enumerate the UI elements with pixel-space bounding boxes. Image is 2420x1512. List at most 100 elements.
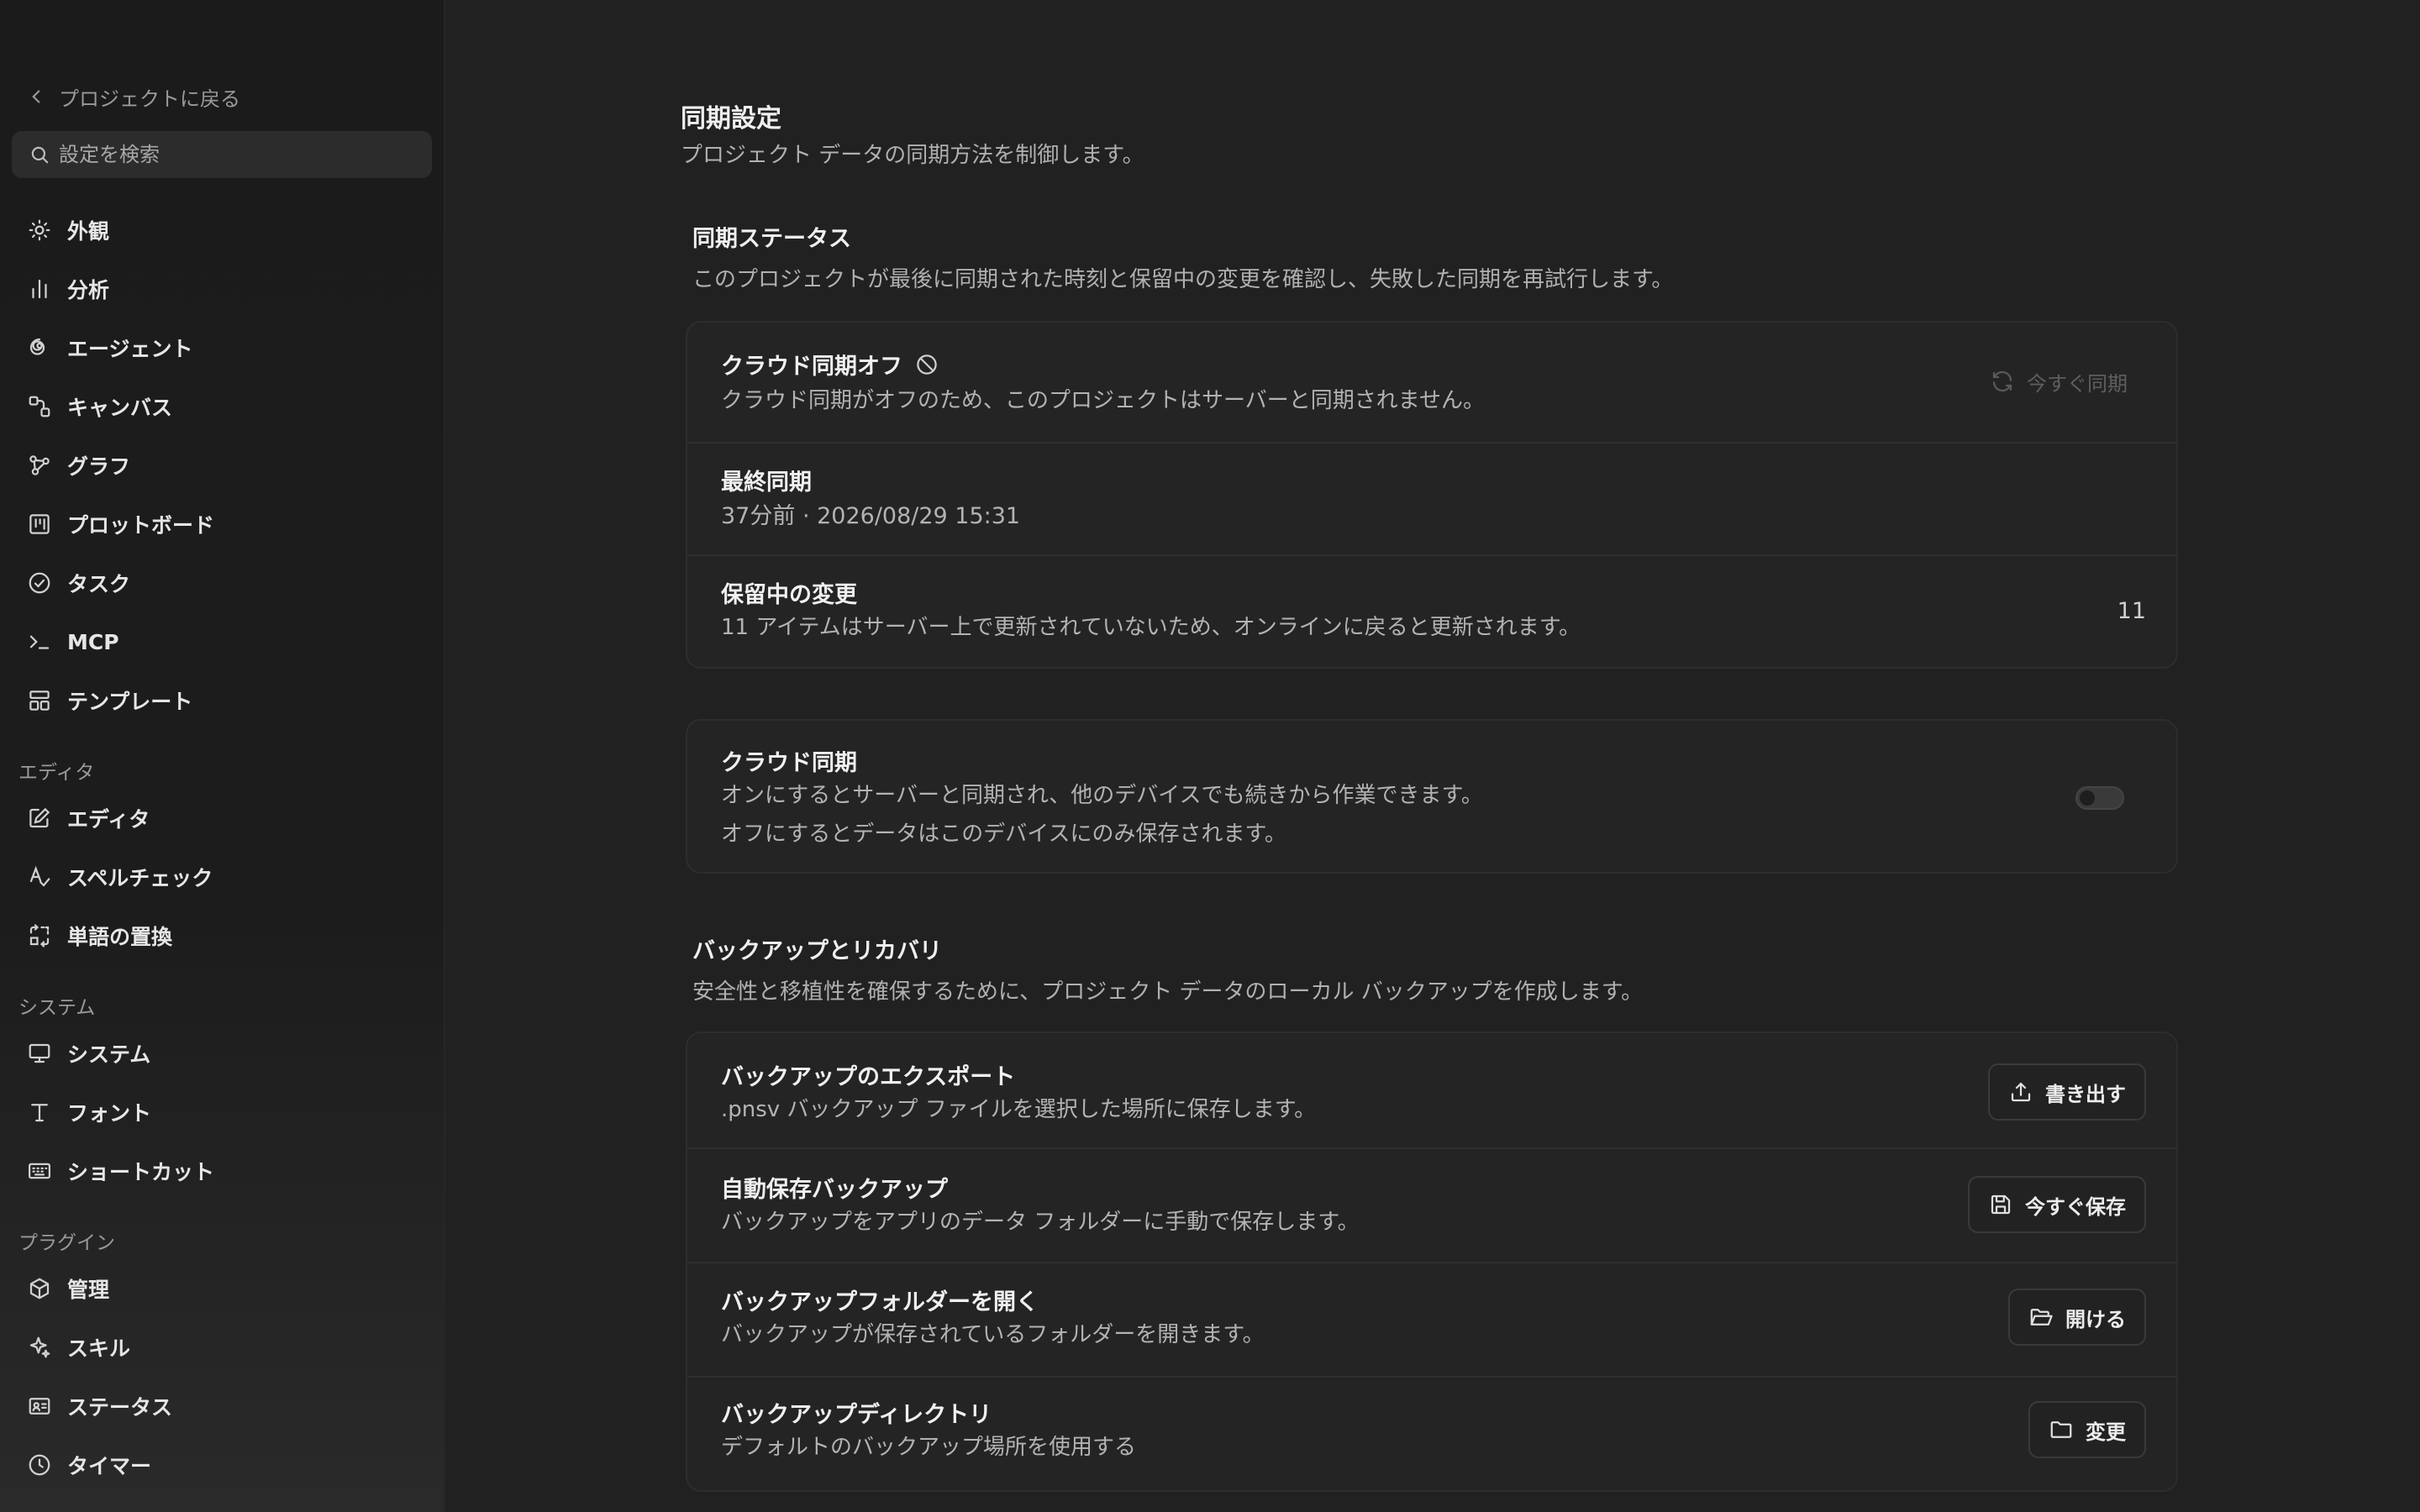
- edit-icon: [29, 807, 50, 828]
- search-input[interactable]: [59, 143, 412, 166]
- sidebar-item-label: タイマー: [67, 1454, 152, 1478]
- sync-now-button[interactable]: 今すぐ同期: [1971, 353, 2146, 410]
- sidebar-item-label: ステータス: [67, 1395, 173, 1420]
- sidebar-item-timer[interactable]: タイマー: [12, 1441, 432, 1488]
- folder-open-icon: [2030, 1309, 2053, 1326]
- autosave-backup-title: 自動保存バックアップ: [721, 1177, 948, 1203]
- cloud-sync-off-row: クラウド同期オフ クラウド同期がオフのため、このプロジェクトはサーバーと同期され…: [687, 323, 2176, 442]
- canvas-icon: [29, 396, 50, 417]
- sidebar-item-system[interactable]: システム: [12, 1030, 432, 1077]
- sidebar-item-analytics[interactable]: 分析: [12, 265, 432, 312]
- sidebar-item-word-replace[interactable]: 単語の置換: [12, 912, 432, 959]
- type-icon: [31, 1104, 48, 1122]
- page-title: 同期設定: [681, 104, 781, 134]
- back-label: プロジェクトに戻る: [59, 87, 240, 111]
- chevron-left-icon: [32, 90, 40, 103]
- sidebar-item-label: タスク: [67, 572, 131, 596]
- backup-title: バックアップとリカバリ: [692, 938, 942, 964]
- terminal-icon: [29, 635, 50, 649]
- open-backup-folder-title: バックアップフォルダーを開く: [721, 1289, 1039, 1315]
- sidebar-item-canvas[interactable]: キャンバス: [12, 383, 432, 430]
- sidebar-item-appearance[interactable]: 外観: [12, 207, 432, 254]
- template-icon: [29, 690, 50, 711]
- sidebar-item-label: 分析: [67, 278, 110, 302]
- sidebar-item-skills[interactable]: スキル: [12, 1324, 432, 1371]
- save-now-button[interactable]: 今すぐ保存: [1968, 1176, 2146, 1233]
- settings-search[interactable]: [12, 131, 432, 178]
- cloud-sync-row: クラウド同期 オンにするとサーバーと同期され、他のデバイスでも続きから作業できま…: [687, 721, 2176, 872]
- open-folder-button-label: 開ける: [2065, 1307, 2126, 1331]
- sidebar-item-label: 外観: [67, 219, 110, 244]
- sync-now-label: 今すぐ同期: [2027, 371, 2128, 396]
- sidebar-item-graph[interactable]: グラフ: [12, 442, 432, 489]
- sidebar-item-label: MCP: [67, 629, 119, 654]
- graph-icon: [29, 455, 50, 475]
- autosave-backup-desc: バックアップをアプリのデータ フォルダーに手動で保存します。: [721, 1210, 1360, 1235]
- group-label-editor: エディタ: [18, 762, 95, 784]
- save-now-button-label: 今すぐ保存: [2025, 1194, 2126, 1219]
- bar-chart-icon: [32, 279, 47, 299]
- sidebar-item-label: プロットボード: [67, 513, 215, 538]
- backup-export-desc: .pnsv バックアップ ファイルを選択した場所に保存します。: [721, 1097, 1317, 1122]
- sidebar-item-fonts[interactable]: フォント: [12, 1089, 432, 1136]
- sidebar-item-label: システム: [67, 1042, 151, 1067]
- refresh-icon: [1992, 370, 2012, 392]
- cloud-sync-card: クラウド同期 オンにするとサーバーと同期され、他のデバイスでも続きから作業できま…: [686, 719, 2178, 874]
- cloud-sync-toggle[interactable]: [2075, 786, 2124, 810]
- sidebar-item-agent[interactable]: エージェント: [12, 324, 432, 371]
- pending-changes-title: 保留中の変更: [721, 582, 857, 608]
- backup-directory-title: バックアップディレクトリ: [721, 1402, 992, 1428]
- box-icon: [29, 1278, 50, 1299]
- sidebar-item-spellcheck[interactable]: スペルチェック: [12, 853, 432, 900]
- main-content: 同期設定 プロジェクト データの同期方法を制御します。 同期ステータス このプロ…: [447, 0, 2420, 1512]
- check-circle-icon: [29, 572, 50, 594]
- sync-status-title: 同期ステータス: [692, 226, 851, 252]
- last-sync-desc: 37分前 · 2026/08/29 15:31: [721, 503, 1021, 529]
- export-button-label: 書き出す: [2045, 1082, 2126, 1106]
- save-icon: [1991, 1194, 2011, 1215]
- backup-subtitle: 安全性と移植性を確保するために、プロジェクト データのローカル バックアップを作…: [692, 979, 1644, 1005]
- sidebar-item-manage[interactable]: 管理: [12, 1265, 432, 1312]
- export-button[interactable]: 書き出す: [1988, 1063, 2146, 1121]
- back-to-project-link[interactable]: プロジェクトに戻る: [25, 82, 240, 111]
- sidebar-item-templates[interactable]: テンプレート: [12, 677, 432, 724]
- spiral-icon: [29, 338, 45, 355]
- sidebar-item-label: キャンバス: [67, 396, 173, 420]
- group-label-plugins: プラグイン: [18, 1232, 115, 1254]
- sidebar-item-label: グラフ: [67, 454, 131, 479]
- sidebar-item-plotboard[interactable]: プロットボード: [12, 501, 432, 548]
- sidebar: プロジェクトに戻る 外観 分析 エージェント キャンバス グラフ: [0, 0, 445, 1512]
- sidebar-item-shortcuts[interactable]: ショートカット: [12, 1147, 432, 1194]
- backup-directory-desc: デフォルトのバックアップ場所を使用する: [721, 1435, 1137, 1460]
- sidebar-item-tasks[interactable]: タスク: [12, 559, 432, 606]
- settings-window: プロジェクトに戻る 外観 分析 エージェント キャンバス グラフ: [0, 0, 2420, 1512]
- sidebar-item-label: エディタ: [67, 807, 150, 832]
- page-subtitle: プロジェクト データの同期方法を制御します。: [681, 143, 1144, 168]
- group-label-system: システム: [18, 997, 96, 1019]
- id-card-icon: [29, 1398, 50, 1415]
- sidebar-item-label: フォント: [67, 1101, 152, 1126]
- open-folder-button[interactable]: 開ける: [2008, 1289, 2146, 1346]
- last-sync-title: 最終同期: [721, 470, 812, 496]
- upload-icon: [2011, 1082, 2031, 1102]
- clock-icon: [29, 1454, 50, 1476]
- backup-export-row: バックアップのエクスポート .pnsv バックアップ ファイルを選択した場所に保…: [687, 1033, 2176, 1147]
- sidebar-item-editor[interactable]: エディタ: [12, 795, 432, 842]
- sidebar-item-label: スペルチェック: [67, 866, 213, 890]
- folder-icon: [2050, 1421, 2072, 1438]
- autosave-backup-row: 自動保存バックアップ バックアップをアプリのデータ フォルダーに手動で保存します…: [687, 1147, 2176, 1262]
- sidebar-item-label: ショートカット: [67, 1160, 215, 1184]
- sidebar-item-mcp[interactable]: MCP: [12, 618, 432, 665]
- sync-status-subtitle: このプロジェクトが最後に同期された時刻と保留中の変更を確認し、失敗した同期を再試…: [692, 267, 1674, 292]
- sidebar-item-label: 管理: [67, 1278, 110, 1302]
- pending-count: 11: [2117, 598, 2146, 624]
- cloud-sync-off-desc: クラウド同期がオフのため、このプロジェクトはサーバーと同期されません。: [721, 388, 1485, 413]
- cloud-sync-off-title: クラウド同期オフ: [721, 354, 902, 380]
- cloud-sync-off-title-wrap: クラウド同期オフ: [721, 348, 939, 381]
- sidebar-item-label: エージェント: [67, 337, 193, 361]
- backup-export-title: バックアップのエクスポート: [721, 1064, 1016, 1090]
- change-directory-button[interactable]: 変更: [2028, 1401, 2146, 1458]
- sidebar-item-label: テンプレート: [67, 690, 193, 714]
- monitor-icon: [29, 1043, 50, 1063]
- sidebar-item-status[interactable]: ステータス: [12, 1383, 432, 1430]
